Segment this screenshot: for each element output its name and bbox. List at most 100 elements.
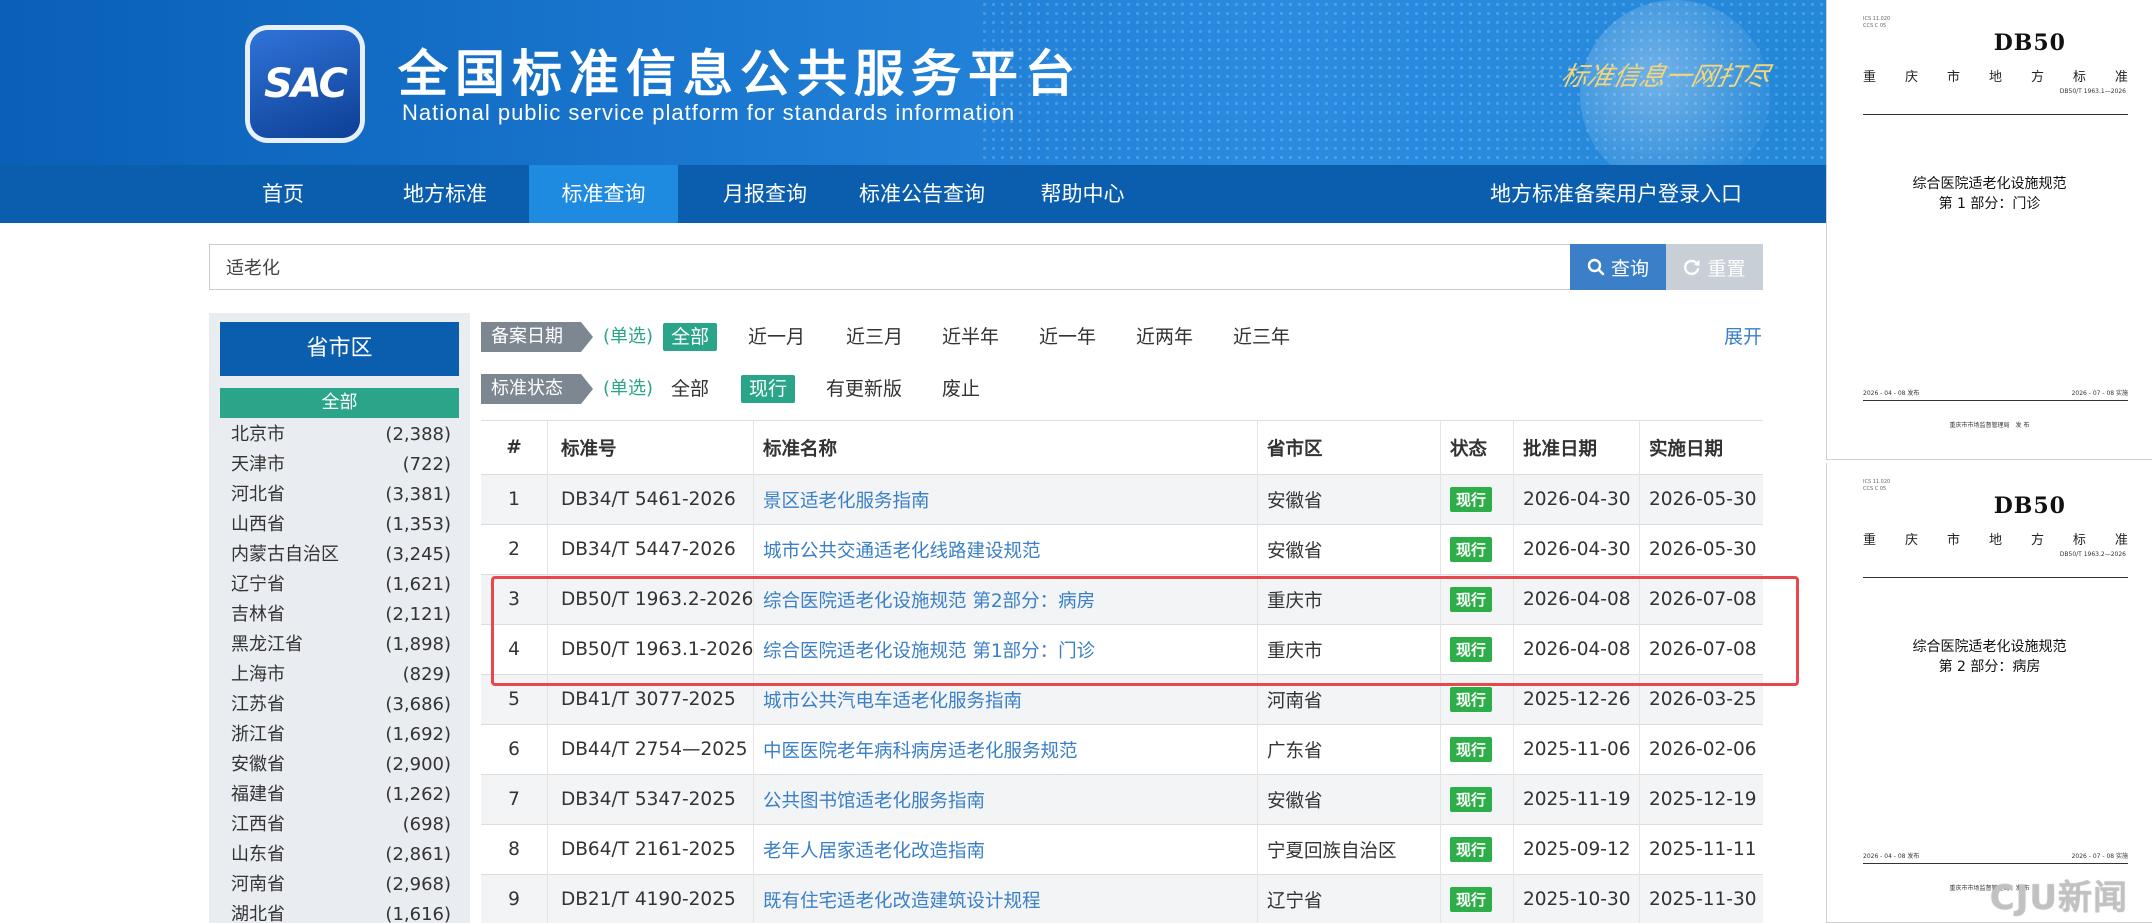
status-option-all[interactable]: 全部 (671, 374, 709, 404)
nav-announcement-query[interactable]: 标准公告查询 (842, 165, 1002, 223)
doc-region-char: 方 (2030, 533, 2044, 548)
row-status: 现行 (1450, 725, 1493, 774)
row-code: DB21/T 4190-2025 (561, 889, 736, 910)
nav-filing-user-login[interactable]: 地方标准备案用户登录入口 (1490, 165, 1742, 223)
row-code: DB64/T 2161-2025 (561, 839, 736, 860)
status-badge: 现行 (1450, 537, 1493, 562)
province-name: 江苏省 (231, 694, 285, 715)
doc-rule (1863, 863, 2128, 864)
row-index: 9 (508, 889, 520, 910)
doc-issuer: 重庆市市场监督管理局 发 布 (1949, 422, 2030, 429)
province-name: 浙江省 (231, 724, 285, 745)
province-name: 安徽省 (231, 754, 285, 775)
table-body: 1 DB34/T 5461-2026 景区适老化服务指南 安徽省 现行 2026-04-3… (481, 475, 1763, 923)
doc-region-char: 庆 (1904, 70, 1918, 85)
province-item[interactable]: 山西省 (1,353) (231, 510, 451, 540)
row-code: DB44/T 2754—2025 (561, 739, 748, 760)
row-name-link[interactable]: 城市公共交通适老化线路建设规范 (763, 525, 1041, 574)
row-approved: 2025-10-30 (1523, 889, 1631, 910)
row-status: 现行 (1450, 825, 1493, 874)
nav-local-standards[interactable]: 地方标准 (380, 165, 510, 223)
date-option-3-months[interactable]: 近三月 (846, 322, 903, 352)
status-option-updated[interactable]: 有更新版 (826, 374, 902, 404)
doc-rule (1863, 400, 2128, 401)
header-status: 状态 (1450, 438, 1488, 460)
expand-link[interactable]: 展开 (1724, 322, 1762, 352)
row-name-link[interactable]: 景区适老化服务指南 (763, 475, 930, 524)
search-button-label: 查询 (1610, 258, 1649, 280)
nav-standard-query[interactable]: 标准查询 (529, 165, 678, 223)
row-index: 6 (508, 739, 520, 760)
site-title: 全国标准信息公共服务平台 (398, 45, 1082, 103)
row-province: 辽宁省 (1267, 890, 1323, 912)
doc-rule (1863, 114, 2128, 115)
province-item[interactable]: 福建省 (1,262) (231, 780, 451, 810)
province-item[interactable]: 山东省 (2,861) (231, 840, 451, 870)
province-item[interactable]: 河北省 (3,381) (231, 480, 451, 510)
row-implemented: 2025-11-11 (1649, 839, 1757, 860)
date-option-all[interactable]: 全部 (663, 323, 718, 351)
province-count: (3,686) (385, 694, 451, 715)
row-name-link[interactable]: 中医医院老年病科病房适老化服务规范 (763, 725, 1078, 774)
row-name-link[interactable]: 既有住宅适老化改造建筑设计规程 (763, 875, 1041, 923)
main-nav: 首页 地方标准 标准查询 月报查询 标准公告查询 帮助中心 地方标准备案用户登录… (0, 165, 1826, 223)
province-item[interactable]: 内蒙古自治区 (3,245) (231, 540, 451, 570)
province-item[interactable]: 上海市 (829) (231, 660, 451, 690)
document-preview-panel: ICS 11.020 CCS C 05 DB50 重庆市地方标准 DB50/T 1963… (1826, 0, 2152, 923)
nav-home[interactable]: 首页 (228, 165, 338, 223)
table-row: 7 DB34/T 5347-2025 公共图书馆适老化服务指南 安徽省 现行 2025-1… (481, 775, 1763, 825)
row-status: 现行 (1450, 875, 1493, 923)
standard-document-page: ICS 11.020 CCS C 05 DB50 重 庆 市 地 方 标 准 DB50/T 1963… (1826, 0, 2152, 460)
row-implemented: 2026-02-06 (1649, 739, 1757, 760)
search-input[interactable] (209, 244, 1571, 290)
doc-standard-code: DB50/T 1963.1—2026 (2059, 88, 2126, 95)
province-item[interactable]: 黑龙江省 (1,898) (231, 630, 451, 660)
row-code: DB34/T 5461-2026 (561, 489, 736, 510)
doc-region-char: 市 (1946, 70, 1960, 85)
date-option-3-years[interactable]: 近三年 (1233, 322, 1290, 352)
doc-ics: ICS 11.020 CCS C 05 (1863, 479, 1890, 493)
province-item[interactable]: 北京市 (2,388) (231, 420, 451, 450)
province-item[interactable]: 江西省 (698) (231, 810, 451, 840)
date-option-1-year[interactable]: 近一年 (1039, 322, 1096, 352)
row-name-link[interactable]: 公共图书馆适老化服务指南 (763, 775, 985, 824)
province-item[interactable]: 河南省 (2,968) (231, 870, 451, 900)
province-name: 福建省 (231, 784, 285, 805)
province-all[interactable]: 全部 (220, 388, 459, 418)
province-name: 山西省 (231, 514, 285, 535)
province-item[interactable]: 天津市 (722) (231, 450, 451, 480)
province-item[interactable]: 湖北省 (1,616) (231, 900, 451, 923)
doc-rule (1863, 577, 2128, 578)
province-list: 北京市 (2,388) 天津市 (722) 河北省 (3,381) 山西省 (1,353) 内蒙… (231, 420, 451, 923)
row-province: 广东省 (1267, 740, 1323, 762)
row-code: DB34/T 5347-2025 (561, 789, 736, 810)
nav-help-center[interactable]: 帮助中心 (1020, 165, 1145, 223)
status-badge: 现行 (1450, 737, 1493, 762)
row-name-link[interactable]: 老年人居家适老化改造指南 (763, 825, 985, 874)
date-option-2-years[interactable]: 近两年 (1136, 322, 1193, 352)
province-name: 江西省 (231, 814, 285, 835)
province-item[interactable]: 辽宁省 (1,621) (231, 570, 451, 600)
doc-region-char: 地 (1988, 70, 2002, 85)
row-approved: 2025-09-12 (1523, 839, 1631, 860)
status-option-current[interactable]: 现行 (741, 375, 796, 403)
search-button[interactable]: 查询 (1570, 244, 1666, 290)
row-status: 现行 (1450, 525, 1493, 574)
sac-logo[interactable]: SAC (250, 30, 360, 138)
nav-monthly-report[interactable]: 月报查询 (700, 165, 830, 223)
date-option-1-month[interactable]: 近一月 (748, 322, 805, 352)
status-option-abolished[interactable]: 废止 (942, 374, 980, 404)
date-option-half-year[interactable]: 近半年 (942, 322, 999, 352)
doc-issued: 2026 - 04 - 08 发布 (1863, 853, 1920, 860)
province-item[interactable]: 吉林省 (2,121) (231, 600, 451, 630)
province-item[interactable]: 安徽省 (2,900) (231, 750, 451, 780)
website: SAC 全国标准信息公共服务平台 National public service… (0, 0, 1826, 923)
province-item[interactable]: 浙江省 (1,692) (231, 720, 451, 750)
province-count: (3,245) (385, 544, 451, 565)
province-item[interactable]: 江苏省 (3,686) (231, 690, 451, 720)
reset-button[interactable]: 重置 (1666, 244, 1763, 290)
row-province: 宁夏回族自治区 (1267, 840, 1397, 862)
row-implemented: 2026-05-30 (1649, 489, 1757, 510)
doc-region-char: 标 (2072, 533, 2086, 548)
header-approved: 批准日期 (1523, 438, 1598, 460)
